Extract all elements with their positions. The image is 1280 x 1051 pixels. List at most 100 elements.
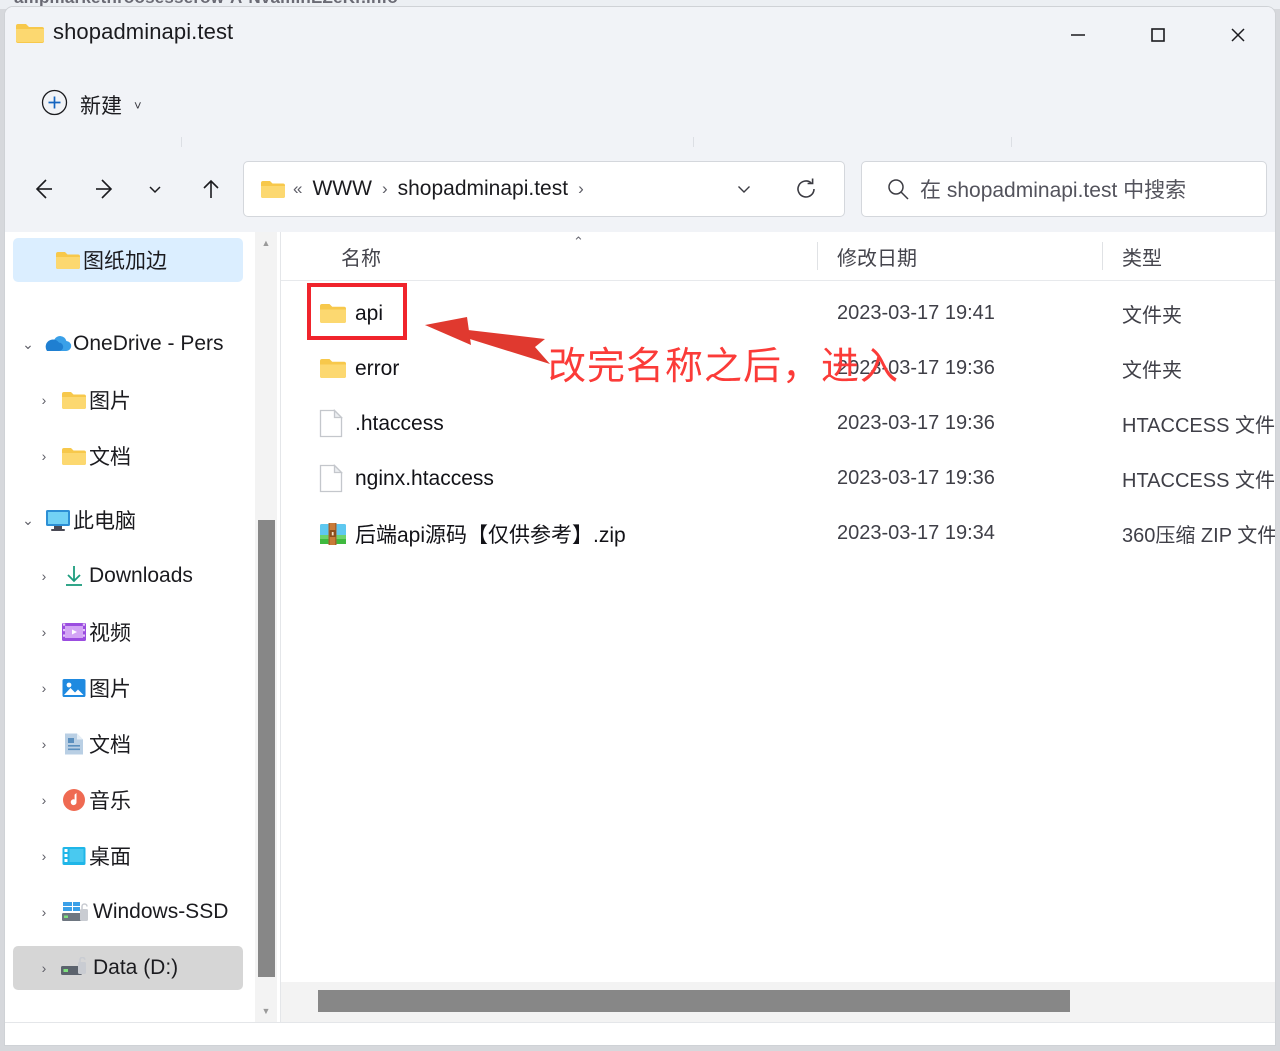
horizontal-scrollbar-thumb[interactable]	[318, 990, 1070, 1012]
chevron-right-icon[interactable]: ›	[29, 904, 59, 920]
maximize-button[interactable]	[1119, 7, 1197, 63]
sidebar-item-label: 文档	[89, 446, 131, 469]
command-bar: 新建 ˅	[5, 63, 1275, 185]
file-type: HTACCESS 文件	[1122, 470, 1275, 492]
up-button[interactable]	[187, 165, 235, 213]
folder-icon	[59, 390, 89, 411]
scroll-up-arrow-icon: ▲	[261, 238, 271, 248]
chevron-right-icon[interactable]: ›	[29, 448, 59, 464]
chevron-down-icon[interactable]: ⌄	[13, 336, 43, 353]
chevron-right-icon[interactable]: ›	[29, 736, 59, 752]
chevron-down-icon[interactable]: ⌄	[13, 512, 43, 529]
sidebar-item-onedrive[interactable]: ⌄ OneDrive - Pers	[13, 322, 243, 366]
scroll-down-arrow-icon: ▼	[261, 1006, 271, 1016]
sidebar-item-label: 图片	[89, 390, 131, 413]
music-icon	[59, 788, 89, 812]
sidebar-item-music[interactable]: › 音乐	[13, 778, 243, 822]
close-button[interactable]	[1199, 7, 1275, 63]
pictures-icon	[59, 677, 89, 699]
breadcrumb-item-www[interactable]: WWW	[309, 175, 374, 203]
sidebar-scroll-down-button[interactable]: ▼	[255, 1000, 277, 1022]
chevron-right-icon[interactable]: ›	[29, 624, 59, 640]
refresh-icon[interactable]	[782, 162, 830, 216]
chevron-right-icon[interactable]: ›	[29, 792, 59, 808]
sort-ascending-icon: ⌃	[573, 234, 584, 249]
sidebar-item-label: 视频	[89, 622, 131, 645]
file-list-view: 名称 修改日期 类型 ⌃ api 2023-03-17 19:41 文件夹 er…	[281, 232, 1275, 1022]
forward-button[interactable]	[81, 165, 129, 213]
chevron-right-icon[interactable]: ›	[29, 960, 59, 976]
sidebar-item-desktop[interactable]: › 桌面	[13, 834, 243, 878]
sidebar-item-documents[interactable]: › 文档	[13, 722, 243, 766]
chevron-right-icon[interactable]: ›	[29, 392, 59, 408]
generic-file-icon	[319, 451, 343, 506]
column-header-name-label: 名称	[341, 247, 381, 270]
file-name: error	[355, 356, 400, 380]
sidebar-item-pictures[interactable]: › 图片	[13, 666, 243, 710]
file-name: .htaccess	[355, 411, 444, 435]
file-type: 文件夹	[1122, 360, 1182, 382]
column-divider[interactable]	[817, 242, 818, 270]
address-row: « WWW › shopadminapi.test › 在 shopadmina…	[5, 147, 1275, 232]
back-button[interactable]	[19, 165, 67, 213]
column-divider[interactable]	[1102, 242, 1103, 270]
file-date: 2023-03-17 19:36	[837, 357, 995, 379]
file-explorer-window: shopadminapi.test 新建 ˅ « WWW › shopadmin…	[4, 6, 1276, 1046]
sidebar-scroll-up-button[interactable]: ▲	[255, 232, 277, 254]
table-row[interactable]: nginx.htaccess 2023-03-17 19:36 HTACCESS…	[281, 451, 1275, 506]
title-bar: shopadminapi.test	[5, 7, 1275, 63]
sidebar-item-label: 音乐	[89, 790, 131, 813]
chevron-right-icon[interactable]: ›	[29, 568, 59, 584]
address-bar[interactable]: « WWW › shopadminapi.test ›	[243, 161, 845, 217]
breadcrumb-overflow[interactable]: «	[293, 179, 302, 199]
table-row[interactable]: error 2023-03-17 19:36 文件夹	[281, 341, 1275, 396]
breadcrumb-separator[interactable]: ›	[578, 179, 584, 199]
sidebar-item-label: 桌面	[89, 846, 131, 869]
sidebar-item-label: Downloads	[89, 564, 193, 587]
address-dropdown-icon[interactable]	[722, 162, 766, 216]
header-underline	[281, 280, 1275, 281]
chevron-down-icon: ˅	[134, 97, 142, 113]
download-arrow-icon	[59, 564, 89, 588]
recent-locations-button[interactable]	[135, 165, 175, 213]
file-date: 2023-03-17 19:34	[837, 522, 995, 544]
folder-icon	[53, 250, 83, 271]
documents-icon	[59, 732, 89, 756]
folder-icon	[319, 286, 347, 341]
table-row[interactable]: .htaccess 2023-03-17 19:36 HTACCESS 文件	[281, 396, 1275, 451]
column-header-type[interactable]: 类型	[1102, 232, 1275, 280]
new-button[interactable]: 新建 ˅	[31, 81, 152, 129]
sidebar-item-data-d[interactable]: › Data (D:)	[13, 946, 243, 990]
sidebar-item-label: 图纸加边	[83, 250, 167, 273]
sidebar-item-tuzhijiabian[interactable]: 图纸加边	[13, 238, 243, 282]
chevron-right-icon[interactable]: ›	[29, 680, 59, 696]
search-box[interactable]: 在 shopadminapi.test 中搜索	[861, 161, 1267, 217]
sidebar-item-windows-ssd[interactable]: › Windows-SSD	[13, 890, 243, 934]
sidebar-item-videos[interactable]: › 视频	[13, 610, 243, 654]
breadcrumb-item-shopadminapi[interactable]: shopadminapi.test	[395, 175, 571, 203]
chevron-right-icon[interactable]: ›	[29, 848, 59, 864]
column-header-row: 名称 修改日期 类型 ⌃	[281, 232, 1275, 280]
table-row[interactable]: api 2023-03-17 19:41 文件夹	[281, 286, 1275, 341]
sidebar-item-onedrive-documents[interactable]: › 文档	[13, 434, 243, 478]
sidebar-item-onedrive-pictures[interactable]: › 图片	[13, 378, 243, 422]
sidebar-scrollbar-thumb[interactable]	[258, 520, 275, 977]
horizontal-scrollbar-track[interactable]	[281, 982, 1275, 1022]
sidebar-item-downloads[interactable]: › Downloads	[13, 554, 243, 598]
sidebar-item-this-pc[interactable]: ⌄ 此电脑	[13, 498, 243, 542]
plus-circle-icon	[41, 89, 68, 121]
generic-file-icon	[319, 396, 343, 451]
file-type: HTACCESS 文件	[1122, 415, 1275, 437]
file-name: nginx.htaccess	[355, 466, 494, 490]
folder-icon	[59, 446, 89, 467]
file-date: 2023-03-17 19:36	[837, 412, 995, 434]
column-header-date[interactable]: 修改日期	[817, 232, 1102, 280]
column-header-name[interactable]: 名称	[281, 232, 817, 280]
minimize-button[interactable]	[1039, 7, 1117, 63]
desktop-icon	[59, 845, 89, 867]
sidebar-item-label: Windows-SSD	[93, 900, 229, 923]
search-input[interactable]: 在 shopadminapi.test 中搜索	[920, 174, 1186, 204]
content-area: 图纸加边 ⌄ OneDrive - Pers › 图片 › 文档 ⌄ 此电脑 ›…	[5, 232, 1275, 1022]
table-row[interactable]: 后端api源码【仅供参考】.zip 2023-03-17 19:34 360压缩…	[281, 506, 1275, 561]
window-title: shopadminapi.test	[53, 19, 234, 44]
